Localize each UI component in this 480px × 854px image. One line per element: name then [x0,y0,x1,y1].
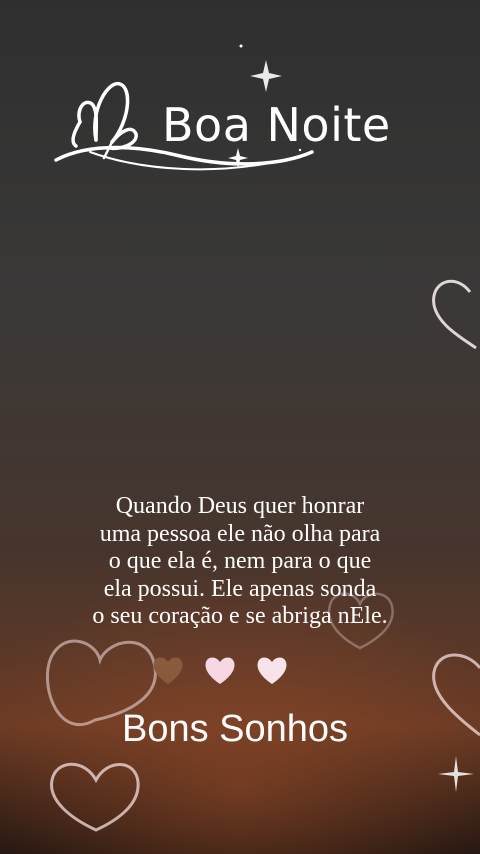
page-title: Boa Noite [162,98,391,152]
heart-icon [205,657,235,684]
quote-line: uma pessoa ele não olha para [99,520,381,547]
heart-icon [257,657,287,684]
quote-line: Quando Deus quer honrar [115,493,365,519]
hearts-row [153,657,287,684]
quote-text: Quando Deus quer honrar uma pessoa ele n… [40,493,440,631]
quote-line: o seu coração e se abriga nEle. [92,603,388,629]
quote-line: ela possui. Ele apenas sonda [103,575,377,602]
heart-icon [153,657,183,684]
quote-line: o que ela é, nem para o que [108,548,372,574]
closing-text: Bons Sonhos [121,708,349,750]
